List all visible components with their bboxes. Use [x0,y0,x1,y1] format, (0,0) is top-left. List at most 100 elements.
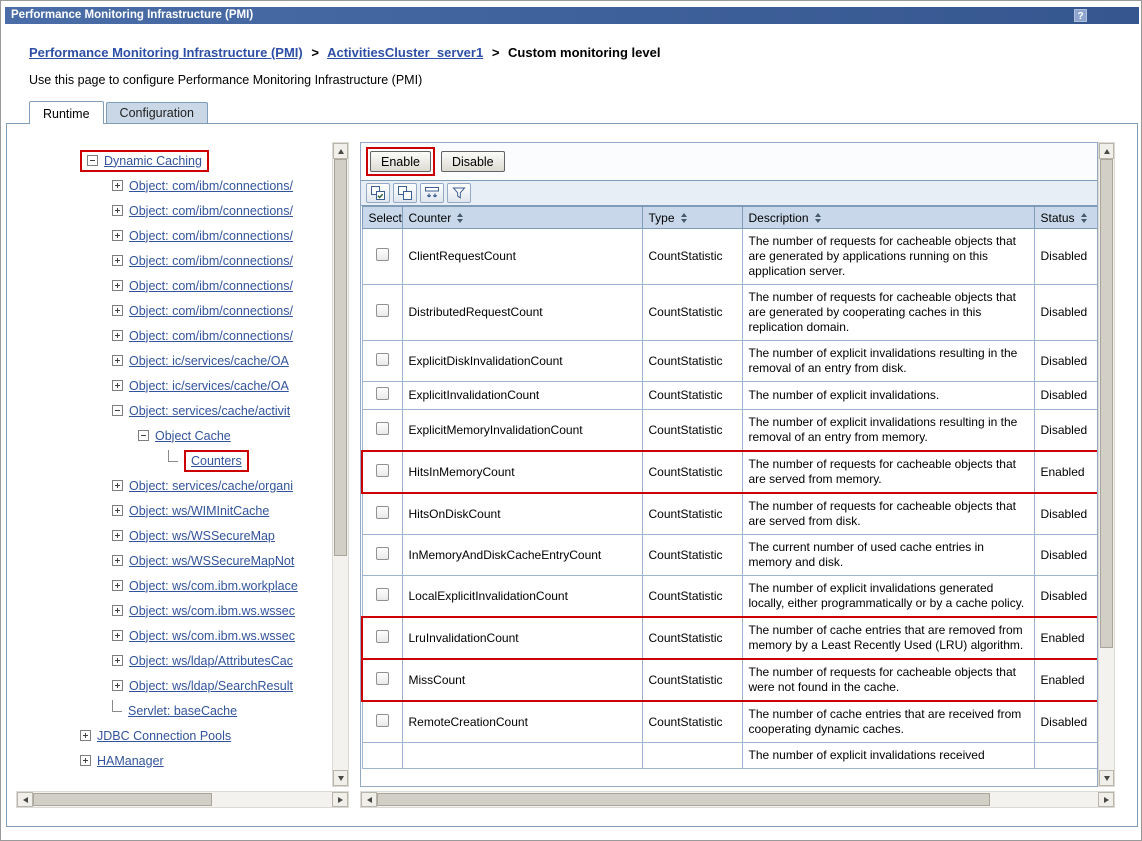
scrollbar-track[interactable] [33,792,332,807]
scroll-up-button[interactable] [333,143,348,159]
tree-expand-icon[interactable] [112,530,123,541]
scrollbar-thumb[interactable] [334,159,347,556]
tree-collapse-icon[interactable] [112,405,123,416]
tree-item-link[interactable]: Object Cache [155,429,231,443]
deselect-all-icon[interactable] [393,183,417,203]
tree-item-link[interactable]: Object: services/cache/activit [129,404,290,418]
disable-button[interactable]: Disable [441,151,505,172]
tree-item-link[interactable]: Object: ws/WSSecureMap [129,529,275,543]
show-filter-icon[interactable] [420,183,444,203]
tree-expand-icon[interactable] [80,755,91,766]
clear-filter-icon[interactable] [447,183,471,203]
scrollbar-track[interactable] [377,792,1098,807]
row-checkbox[interactable] [376,630,389,643]
tree-expand-icon[interactable] [112,305,123,316]
scroll-left-button[interactable] [17,792,33,807]
help-icon[interactable]: ? [1074,9,1087,22]
tree-collapse-icon[interactable] [138,430,149,441]
scroll-down-button[interactable] [333,770,348,786]
tree-horizontal-scrollbar[interactable] [16,791,349,808]
sort-icon[interactable] [1081,213,1087,223]
tree-expand-icon[interactable] [112,555,123,566]
scroll-up-button[interactable] [1099,143,1114,159]
column-header-type[interactable]: Type [642,207,742,229]
tab-configuration[interactable]: Configuration [106,102,208,123]
tree-item-link[interactable]: Object: ic/services/cache/OA [129,379,289,393]
column-header-description[interactable]: Description [742,207,1034,229]
row-checkbox[interactable] [376,353,389,366]
tree-item-link[interactable]: Object: com/ibm/connections/ [129,229,293,243]
row-checkbox[interactable] [376,588,389,601]
tree-item-link[interactable]: Object: services/cache/organi [129,479,293,493]
tree-item-link[interactable]: Object: ws/ldap/SearchResult [129,679,293,693]
tree-item-link[interactable]: HAManager [97,754,164,768]
tree-item-link[interactable]: Dynamic Caching [104,154,202,168]
tree-item-link[interactable]: Object: ic/services/cache/OA [129,354,289,368]
tree-expand-icon[interactable] [112,230,123,241]
row-checkbox[interactable] [376,464,389,477]
tree-item-link[interactable]: Object: ws/com.ibm.ws.wssec [129,604,295,618]
tree-item-link[interactable]: Object: com/ibm/connections/ [129,279,293,293]
scrollbar-thumb[interactable] [33,793,212,806]
tree-vertical-scrollbar[interactable] [332,142,349,787]
enable-button[interactable]: Enable [370,151,431,172]
tree-expand-icon[interactable] [112,330,123,341]
tree-expand-icon[interactable] [112,605,123,616]
tree-collapse-icon[interactable] [87,155,98,166]
tree-expand-icon[interactable] [112,480,123,491]
tree-item-link[interactable]: Object: com/ibm/connections/ [129,329,293,343]
tree-expand-icon[interactable] [112,655,123,666]
scrollbar-thumb[interactable] [377,793,990,806]
tree-expand-icon[interactable] [112,630,123,641]
scrollbar-track[interactable] [333,159,348,770]
sort-icon[interactable] [681,213,687,223]
scroll-right-button[interactable] [1098,792,1114,807]
breadcrumb-link-server[interactable]: ActivitiesCluster_server1 [327,45,483,60]
scrollbar-thumb[interactable] [1100,159,1113,648]
table-vertical-scrollbar[interactable] [1098,142,1115,787]
tree-expand-icon[interactable] [112,680,123,691]
tree-item-link[interactable]: JDBC Connection Pools [97,729,231,743]
tree-item-link[interactable]: Object: com/ibm/connections/ [129,179,293,193]
tree-expand-icon[interactable] [112,255,123,266]
tree-item-link[interactable]: Object: ws/WSSecureMapNot [129,554,294,568]
tree-expand-icon[interactable] [80,730,91,741]
row-checkbox[interactable] [376,714,389,727]
scrollbar-track[interactable] [1099,159,1114,770]
tree-item-link[interactable]: Object: com/ibm/connections/ [129,254,293,268]
row-checkbox[interactable] [376,422,389,435]
tree-expand-icon[interactable] [112,505,123,516]
tree-item-link[interactable]: Object: com/ibm/connections/ [129,204,293,218]
column-header-counter[interactable]: Counter [402,207,642,229]
row-checkbox[interactable] [376,672,389,685]
tab-runtime[interactable]: Runtime [29,101,104,124]
tree-item-link[interactable]: Object: ws/com.ibm.ws.wssec [129,629,295,643]
sort-icon[interactable] [457,213,463,223]
tree-expand-icon[interactable] [112,280,123,291]
row-checkbox[interactable] [376,248,389,261]
tree-expand-icon[interactable] [112,205,123,216]
scroll-right-button[interactable] [332,792,348,807]
tree-item-link[interactable]: Counters [184,450,249,472]
sort-icon[interactable] [815,213,821,223]
row-checkbox[interactable] [376,304,389,317]
select-all-icon[interactable] [366,183,390,203]
tree-expand-icon[interactable] [112,380,123,391]
tree-expand-icon[interactable] [112,355,123,366]
tree-item-link[interactable]: Object: ws/ldap/AttributesCac [129,654,293,668]
tree-item-link[interactable]: Object: ws/WIMInitCache [129,504,269,518]
row-checkbox[interactable] [376,387,389,400]
scroll-down-button[interactable] [1099,770,1114,786]
breadcrumb-link-pmi[interactable]: Performance Monitoring Infrastructure (P… [29,45,303,60]
table-horizontal-scrollbar[interactable] [360,791,1115,808]
row-checkbox[interactable] [376,506,389,519]
tree-expand-icon[interactable] [112,180,123,191]
column-header-status[interactable]: Status [1034,207,1098,229]
row-checkbox[interactable] [376,547,389,560]
tree-item-link[interactable]: Object: com/ibm/connections/ [129,304,293,318]
tree-item-link[interactable]: Servlet: baseCache [128,704,237,718]
tree-row: Object: com/ibm/connections/ [16,173,332,198]
scroll-left-button[interactable] [361,792,377,807]
tree-expand-icon[interactable] [112,580,123,591]
tree-item-link[interactable]: Object: ws/com.ibm.workplace [129,579,298,593]
